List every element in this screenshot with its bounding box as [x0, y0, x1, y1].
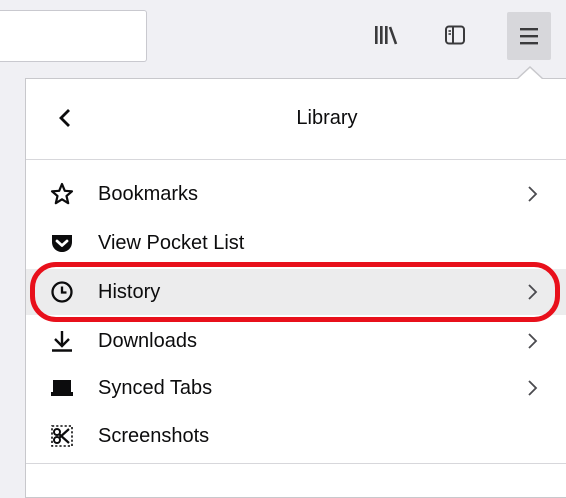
- url-bar[interactable]: [0, 10, 147, 62]
- synced-tabs-icon: [50, 376, 74, 400]
- menu-item-label: Downloads: [98, 329, 197, 352]
- highlight-annotation: [30, 262, 560, 322]
- footer-divider: [26, 463, 566, 464]
- star-icon: [50, 182, 74, 206]
- menu-item-downloads[interactable]: Downloads: [26, 318, 566, 364]
- chevron-right-icon: [528, 333, 538, 349]
- menu-item-synced-tabs[interactable]: Synced Tabs: [26, 365, 566, 411]
- panel-arrow-fill: [517, 68, 543, 80]
- menu-item-pocket[interactable]: View Pocket List: [26, 220, 566, 266]
- sidebar-button[interactable]: [437, 17, 473, 53]
- menu-item-label: Screenshots: [98, 424, 210, 447]
- screenshot-icon: [50, 424, 74, 448]
- library-button[interactable]: [368, 17, 404, 53]
- open-menu-button[interactable]: [507, 12, 551, 60]
- pocket-icon: [50, 231, 74, 255]
- menu-item-label: Bookmarks: [98, 182, 199, 205]
- panel-header: Library: [26, 79, 566, 159]
- menu-item-label: View Pocket List: [98, 231, 245, 254]
- hamburger-menu-icon: [520, 28, 538, 45]
- download-icon: [50, 329, 74, 353]
- panel-title: Library: [296, 107, 358, 129]
- sidebar-icon: [445, 25, 465, 45]
- toolbar: [0, 0, 566, 70]
- menu-item-bookmarks[interactable]: Bookmarks: [26, 171, 566, 217]
- menu-item-label: Synced Tabs: [98, 376, 213, 399]
- header-divider: [26, 159, 566, 160]
- library-icon: [375, 26, 398, 45]
- menu-item-screenshots[interactable]: Screenshots: [26, 413, 566, 459]
- chevron-right-icon: [528, 380, 538, 396]
- chevron-right-icon: [528, 186, 538, 202]
